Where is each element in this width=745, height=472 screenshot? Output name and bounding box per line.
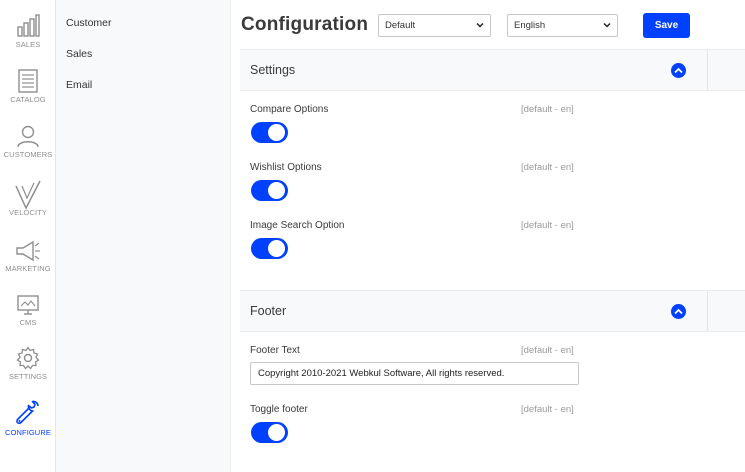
footer-section-header[interactable]: Footer [240, 290, 745, 332]
section-title: Settings [250, 63, 296, 77]
chevron-up-icon [674, 308, 683, 315]
nav-label-catalog: CATALOG [10, 95, 46, 104]
wishlist-options-toggle[interactable] [251, 180, 288, 201]
chevron-up-icon [674, 67, 683, 74]
bar-chart-icon [17, 14, 40, 37]
submenu-item-email[interactable]: Email [66, 79, 92, 91]
main-nav: SALES CATALOG CUSTOMERS VELOCITY MARKETI… [0, 0, 56, 472]
nav-item-catalog[interactable]: CATALOG [0, 69, 56, 123]
channel-select-value: Default [385, 20, 416, 31]
nav-label-velocity: VELOCITY [9, 208, 47, 217]
footer-text-scope: [default - en] [521, 345, 574, 356]
toggle-knob [268, 182, 285, 199]
velocity-icon [15, 180, 41, 210]
toggle-knob [268, 240, 285, 257]
footer-text-input[interactable]: Copyright 2010-2021 Webkul Software, All… [250, 362, 579, 385]
toggle-knob [268, 424, 285, 441]
nav-item-sales[interactable]: SALES [0, 14, 56, 68]
submenu-item-sales[interactable]: Sales [66, 48, 92, 60]
nav-item-velocity[interactable]: VELOCITY [0, 180, 56, 234]
chevron-down-icon [476, 22, 484, 28]
section-title: Footer [250, 304, 287, 318]
toggle-footer-scope: [default - en] [521, 404, 574, 415]
list-icon [18, 69, 38, 93]
image-search-option-scope: [default - en] [521, 220, 574, 231]
divider [707, 50, 708, 90]
compare-options-toggle[interactable] [251, 122, 288, 143]
nav-label-configure: CONFIGURE [5, 428, 51, 437]
chevron-down-icon [603, 22, 611, 28]
page-title: Configuration [241, 14, 369, 35]
collapse-footer-button[interactable] [671, 304, 686, 319]
wishlist-options-scope: [default - en] [521, 162, 574, 173]
monitor-icon [17, 295, 39, 315]
collapse-settings-button[interactable] [671, 63, 686, 78]
nav-item-settings[interactable]: SETTINGS [0, 346, 56, 400]
locale-select[interactable]: English [507, 14, 618, 37]
nav-item-customers[interactable]: CUSTOMERS [0, 124, 56, 178]
toggle-footer-label: Toggle footer [250, 404, 308, 415]
user-icon [17, 125, 39, 148]
locale-select-value: English [514, 20, 546, 31]
nav-item-marketing[interactable]: MARKETING [0, 240, 56, 294]
channel-select[interactable]: Default [378, 14, 491, 37]
divider [707, 291, 708, 331]
main-content: Configuration Default English Save Setti… [231, 0, 745, 472]
nav-label-cms: CMS [19, 318, 37, 327]
toggle-knob [268, 124, 285, 141]
image-search-option-toggle[interactable] [251, 238, 288, 259]
megaphone-icon [16, 240, 40, 262]
nav-label-customers: CUSTOMERS [3, 150, 53, 159]
wishlist-options-label: Wishlist Options [250, 162, 322, 173]
image-search-option-label: Image Search Option [250, 220, 345, 231]
compare-options-label: Compare Options [250, 104, 329, 115]
submenu-item-customer[interactable]: Customer [66, 17, 112, 29]
nav-item-cms[interactable]: CMS [0, 294, 56, 348]
nav-label-settings: SETTINGS [8, 372, 48, 381]
nav-item-configure[interactable]: CONFIGURE [0, 400, 56, 454]
save-button[interactable]: Save [643, 13, 690, 38]
gear-icon [16, 346, 40, 370]
nav-label-sales: SALES [15, 40, 41, 49]
app-root: SALES CATALOG CUSTOMERS VELOCITY MARKETI… [0, 0, 745, 472]
configure-submenu: Customer Sales Email [56, 0, 231, 472]
toggle-footer-toggle[interactable] [251, 422, 288, 443]
settings-section-header[interactable]: Settings [240, 49, 745, 91]
footer-text-label: Footer Text [250, 345, 300, 356]
nav-label-marketing: MARKETING [5, 264, 51, 273]
wrench-icon [16, 400, 39, 425]
compare-options-scope: [default - en] [521, 104, 574, 115]
